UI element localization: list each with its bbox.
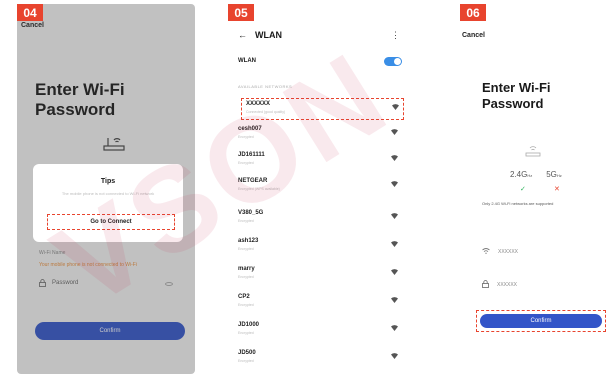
cancel-button[interactable]: Cancel — [462, 32, 485, 39]
title-line-2: Password — [482, 96, 544, 111]
band-2-4ghz: 2.4GHz — [510, 170, 533, 179]
network-name: ash123 — [238, 238, 259, 244]
wifi-signal-icon — [391, 241, 398, 247]
network-name: marry — [238, 266, 255, 272]
wlan-label: WLAN — [238, 58, 256, 64]
network-name: NETGEAR — [238, 178, 268, 184]
phone-screen: Cancel Enter Wi-Fi Password 2.4GHz 5GHz … — [460, 4, 608, 374]
wlan-toggle[interactable] — [384, 57, 402, 66]
network-item[interactable]: JD500 Encrypted — [238, 348, 402, 370]
network-item[interactable]: JD1000 Encrypted — [238, 320, 402, 342]
wifi-signal-icon — [391, 269, 398, 275]
phone-screen: Cancel Enter Wi-Fi Password Wi-Fi Name Y… — [17, 4, 195, 374]
network-name: JD1000 — [238, 322, 260, 328]
network-name: CP2 — [238, 294, 250, 300]
router-icon — [525, 146, 541, 157]
dialog-title: Tips — [100, 178, 116, 185]
step-4-panel: 04 Cancel Enter Wi-Fi Password Wi-Fi Nam… — [17, 4, 195, 374]
step-6-panel: 06 Cancel Enter Wi-Fi Password 2.4GHz 5G… — [460, 4, 608, 374]
go-to-connect-button[interactable]: Go to Connect — [47, 214, 175, 230]
band-5ghz: 5GHz — [546, 170, 562, 179]
lock-icon — [482, 280, 489, 290]
cross-icon: ✕ — [554, 186, 560, 193]
wifi-signal-icon — [391, 297, 398, 303]
wifi-signal-icon — [391, 155, 398, 161]
tips-dialog: Tips The mobile phone is not connected t… — [33, 164, 183, 242]
network-name: cesh007 — [238, 126, 262, 132]
network-status: Encrypted — [238, 219, 254, 223]
wifi-name-value: XXXXXX — [498, 249, 519, 255]
network-item[interactable]: XXXXXX Connected (good quality) — [241, 98, 404, 120]
band-note: Only 2.4G Wi-Fi networks are supported — [482, 201, 554, 206]
network-status: Encrypted — [238, 161, 254, 165]
network-status: Encrypted (WPS available) — [238, 187, 280, 191]
network-item[interactable]: JD161111 Encrypted — [238, 150, 402, 172]
band-labels: 2.4GHz 5GHz — [510, 170, 562, 179]
more-options-icon[interactable]: ⋮ — [391, 30, 400, 41]
wifi-signal-icon — [392, 104, 399, 110]
page-title: Enter Wi-Fi Password — [482, 80, 551, 112]
step-badge: 05 — [228, 4, 254, 21]
wifi-signal-icon — [391, 353, 398, 359]
network-status: Encrypted — [238, 359, 254, 363]
step-badge: 04 — [17, 4, 43, 21]
wifi-signal-icon — [391, 325, 398, 331]
confirm-highlight: Confirm — [476, 310, 606, 332]
step-badge: 06 — [460, 4, 486, 21]
network-item[interactable]: V380_5G Encrypted — [238, 208, 402, 230]
wifi-signal-icon — [391, 213, 398, 219]
network-item[interactable]: marry Encrypted — [238, 264, 402, 286]
wifi-icon — [482, 248, 490, 256]
network-item[interactable]: ash123 Encrypted — [238, 236, 402, 258]
network-item[interactable]: CP2 Encrypted — [238, 292, 402, 314]
phone-screen: ← WLAN ⋮ WLAN AVAILABLE NETWORKS XXXXXX C… — [228, 4, 412, 374]
wlan-header: ← WLAN — [238, 30, 282, 40]
network-name: JD161111 — [238, 152, 265, 158]
network-name: XXXXXX — [246, 101, 271, 107]
wifi-signal-icon — [391, 181, 398, 187]
network-name: JD500 — [238, 350, 256, 356]
wifi-signal-icon — [391, 129, 398, 135]
network-status: Encrypted — [238, 331, 254, 335]
section-header: AVAILABLE NETWORKS — [238, 84, 293, 89]
network-status: Encrypted — [238, 135, 254, 139]
network-status: Encrypted — [238, 247, 254, 251]
network-name: V380_5G — [238, 210, 264, 216]
step-5-panel: 05 ← WLAN ⋮ WLAN AVAILABLE NETWORKS XXXX… — [228, 4, 412, 374]
checkmark-icon: ✓ — [520, 186, 526, 193]
network-status: Connected (good quality) — [246, 110, 286, 114]
password-field[interactable]: XXXXXX — [482, 280, 517, 290]
wlan-toggle-row: WLAN — [238, 56, 402, 68]
network-item[interactable]: cesh007 Encrypted — [238, 124, 402, 146]
wifi-name-field[interactable]: XXXXXX — [482, 248, 518, 256]
network-item[interactable]: NETGEAR Encrypted (WPS available) — [238, 176, 402, 198]
network-status: Encrypted — [238, 303, 254, 307]
header-title: WLAN — [255, 30, 282, 40]
confirm-button[interactable]: Confirm — [480, 314, 602, 328]
dialog-message: The mobile phone is not connected to Wi-… — [61, 191, 155, 196]
password-value: XXXXXX — [497, 282, 518, 288]
title-line-1: Enter Wi-Fi — [482, 80, 551, 95]
back-arrow-icon[interactable]: ← — [238, 30, 247, 40]
network-status: Encrypted — [238, 275, 254, 279]
